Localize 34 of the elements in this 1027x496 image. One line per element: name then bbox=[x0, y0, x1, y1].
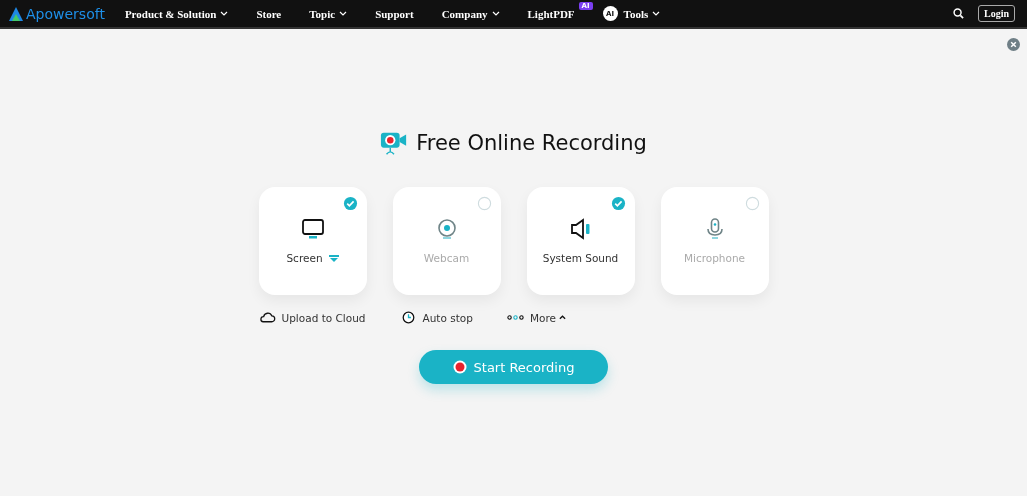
source-label: Microphone bbox=[683, 252, 746, 264]
cloud-icon bbox=[258, 311, 276, 324]
checkbox[interactable] bbox=[342, 196, 358, 211]
chevron-up-icon bbox=[558, 315, 566, 320]
nav-link[interactable]: Product & Solution bbox=[124, 7, 229, 20]
record-icon bbox=[452, 360, 467, 374]
option-label: More bbox=[529, 311, 556, 324]
nav-link[interactable]: Support bbox=[375, 7, 414, 20]
nav-link[interactable]: Store bbox=[256, 7, 282, 20]
source-label: Webcam bbox=[423, 252, 470, 264]
close-icon[interactable] bbox=[1007, 38, 1020, 51]
source-card[interactable]: System Sound bbox=[526, 187, 635, 295]
option-link[interactable]: Auto stop bbox=[399, 311, 473, 324]
nav-link[interactable]: Topic bbox=[309, 7, 348, 20]
checkbox[interactable] bbox=[476, 196, 492, 211]
speaker-icon bbox=[568, 217, 593, 241]
checkbox[interactable] bbox=[610, 196, 626, 211]
login-button[interactable]: Login bbox=[978, 5, 1015, 22]
caret-icon[interactable] bbox=[328, 254, 339, 262]
option-link[interactable]: Upload to Cloud bbox=[258, 311, 366, 324]
checkbox[interactable] bbox=[744, 196, 760, 211]
option-label: Upload to Cloud bbox=[281, 311, 366, 324]
monitor-icon bbox=[300, 217, 325, 241]
brand-name: Apowersoft bbox=[26, 5, 105, 22]
page-title: Free Online Recording bbox=[416, 131, 647, 155]
logo[interactable]: Apowersoft bbox=[8, 5, 105, 22]
logo-icon bbox=[8, 5, 24, 22]
source-card[interactable]: Screen bbox=[258, 187, 367, 295]
option-label: Auto stop bbox=[422, 311, 473, 324]
option-link[interactable]: More bbox=[506, 311, 566, 324]
nav-link[interactable]: Company bbox=[441, 7, 500, 20]
search-icon[interactable] bbox=[953, 8, 964, 19]
source-label: Screen bbox=[286, 252, 323, 264]
source-label: System Sound bbox=[542, 252, 619, 264]
